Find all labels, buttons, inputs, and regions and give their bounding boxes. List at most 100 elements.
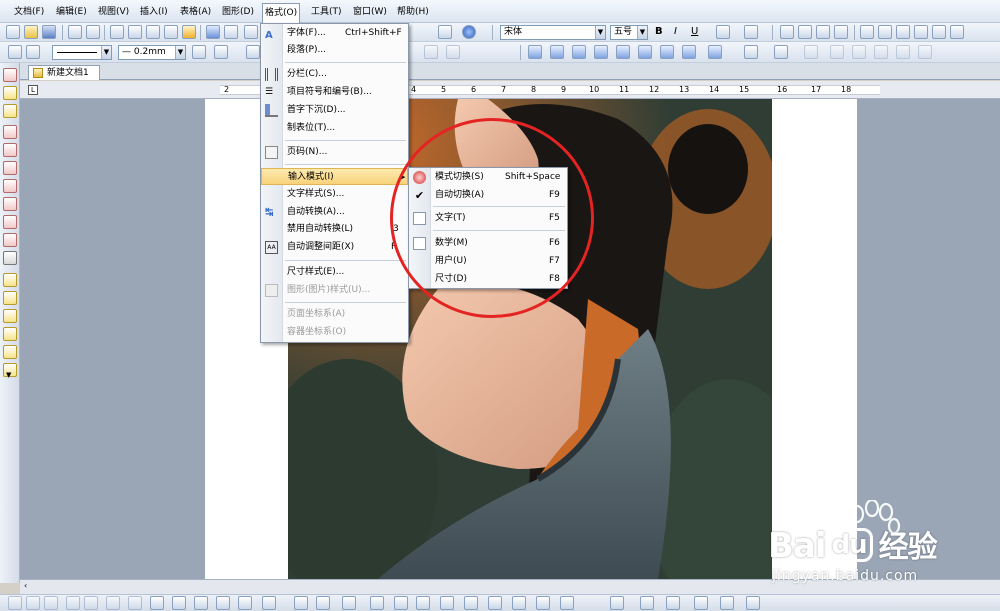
paste-icon[interactable] bbox=[146, 25, 160, 39]
bottom-tool-20-icon[interactable] bbox=[440, 596, 454, 610]
pen-tool-4-icon[interactable] bbox=[3, 327, 17, 341]
bottom-tool-24-icon[interactable] bbox=[536, 596, 550, 610]
crop-icon[interactable] bbox=[918, 45, 932, 59]
find-icon[interactable] bbox=[244, 25, 258, 39]
pen-tool-1-icon[interactable] bbox=[3, 273, 17, 287]
decrease-indent-icon[interactable] bbox=[896, 25, 910, 39]
bottom-tool-7-icon[interactable] bbox=[128, 596, 142, 610]
send-back-icon[interactable] bbox=[852, 45, 866, 59]
bold-button[interactable]: B bbox=[655, 26, 663, 37]
scroll-down-icon[interactable]: ▼ bbox=[6, 371, 11, 379]
align-object-left-icon[interactable] bbox=[528, 45, 542, 59]
bottom-tool-14-icon[interactable] bbox=[294, 596, 308, 610]
bottom-tool-2-icon[interactable] bbox=[26, 596, 40, 610]
save-icon[interactable] bbox=[42, 25, 56, 39]
menu-view[interactable]: 视图(V) bbox=[98, 4, 129, 20]
bottom-tool-23-icon[interactable] bbox=[512, 596, 526, 610]
menu-item-tabstops[interactable]: 制表位(T)... bbox=[261, 120, 408, 137]
menu-tools[interactable]: 工具(T) bbox=[311, 4, 342, 20]
more-options-icon[interactable] bbox=[950, 25, 964, 39]
pen-color-icon[interactable] bbox=[192, 45, 206, 59]
tab-new-document[interactable]: 新建文档1 bbox=[28, 65, 100, 80]
flip-icon[interactable] bbox=[874, 45, 888, 59]
redo-icon[interactable] bbox=[224, 25, 238, 39]
numbered-list-icon[interactable] bbox=[878, 25, 892, 39]
bottom-tool-3-icon[interactable] bbox=[44, 596, 58, 610]
align-object-bottom-icon[interactable] bbox=[638, 45, 652, 59]
align-object-center-icon[interactable] bbox=[550, 45, 564, 59]
align-object-right-icon[interactable] bbox=[572, 45, 586, 59]
bottom-tool-31-icon[interactable] bbox=[746, 596, 760, 610]
bottom-tool-12-icon[interactable] bbox=[238, 596, 252, 610]
bottom-tool-16-icon[interactable] bbox=[342, 596, 356, 610]
bottom-tool-1-icon[interactable] bbox=[8, 596, 22, 610]
menu-document[interactable]: 文档(F) bbox=[14, 4, 44, 20]
order-icon[interactable] bbox=[804, 45, 818, 59]
new-file-icon[interactable] bbox=[6, 25, 20, 39]
undo-icon[interactable] bbox=[206, 25, 220, 39]
print-preview-icon[interactable] bbox=[86, 25, 100, 39]
bottom-tool-4-icon[interactable] bbox=[66, 596, 80, 610]
tool-6-icon[interactable] bbox=[3, 215, 17, 229]
tab-stop-icon[interactable]: L bbox=[28, 85, 38, 95]
menu-item-auto-spacing[interactable]: AA 自动调整间距(X) F bbox=[261, 239, 408, 256]
bottom-tool-19-icon[interactable] bbox=[416, 596, 430, 610]
tool-5-icon[interactable] bbox=[3, 197, 17, 211]
bottom-tool-22-icon[interactable] bbox=[488, 596, 502, 610]
superscript-icon[interactable] bbox=[716, 25, 730, 39]
menu-graphics[interactable]: 图形(D) bbox=[222, 4, 254, 20]
tool-2-icon[interactable] bbox=[3, 143, 17, 157]
line-spacing-icon[interactable] bbox=[932, 25, 946, 39]
increase-indent-icon[interactable] bbox=[914, 25, 928, 39]
menu-item-columns[interactable]: 分栏(C)... bbox=[261, 66, 408, 83]
bottom-tool-25-icon[interactable] bbox=[560, 596, 574, 610]
bring-front-icon[interactable] bbox=[830, 45, 844, 59]
table-icon[interactable] bbox=[424, 45, 438, 59]
menu-insert[interactable]: 插入(I) bbox=[140, 4, 168, 20]
font-size-select[interactable]: 五号 ▼ bbox=[610, 25, 648, 40]
bottom-tool-15-icon[interactable] bbox=[316, 596, 330, 610]
line-style-select[interactable]: ▼ bbox=[52, 45, 112, 60]
pen-tool-5-icon[interactable] bbox=[3, 345, 17, 359]
delete-icon[interactable] bbox=[164, 25, 178, 39]
group-icon[interactable] bbox=[708, 45, 722, 59]
tool-3-icon[interactable] bbox=[3, 161, 17, 175]
bottom-tool-26-icon[interactable] bbox=[610, 596, 624, 610]
menu-item-input-mode[interactable]: 输入模式(I) ▶ bbox=[261, 168, 408, 185]
tool-7-icon[interactable] bbox=[3, 233, 17, 247]
bottom-tool-10-icon[interactable] bbox=[194, 596, 208, 610]
print-icon[interactable] bbox=[68, 25, 82, 39]
fill-icon[interactable] bbox=[214, 45, 228, 59]
bottom-tool-21-icon[interactable] bbox=[464, 596, 478, 610]
menu-item-font[interactable]: A 字体(F)... Ctrl+Shift+F bbox=[261, 25, 408, 42]
bottom-tool-30-icon[interactable] bbox=[720, 596, 734, 610]
bottom-tool-28-icon[interactable] bbox=[666, 596, 680, 610]
menu-item-page-number[interactable]: 页码(N)... bbox=[261, 144, 408, 161]
distribute-h-icon[interactable] bbox=[660, 45, 674, 59]
menu-window[interactable]: 窗口(W) bbox=[353, 4, 387, 20]
align-object-top-icon[interactable] bbox=[594, 45, 608, 59]
bottom-tool-29-icon[interactable] bbox=[694, 596, 708, 610]
menu-item-paragraph[interactable]: 段落(P)... bbox=[261, 42, 408, 59]
image-icon[interactable] bbox=[744, 45, 758, 59]
menu-item-disable-auto-convert[interactable]: 禁用自动转换(L) 3 bbox=[261, 221, 408, 238]
menu-item-dropcap[interactable]: 首字下沉(D)... bbox=[261, 102, 408, 119]
bottom-tool-5-icon[interactable] bbox=[84, 596, 98, 610]
rotate-icon[interactable] bbox=[774, 45, 788, 59]
pen-tool-2-icon[interactable] bbox=[3, 291, 17, 305]
zoom-icon[interactable] bbox=[172, 596, 186, 610]
help-icon[interactable] bbox=[462, 25, 476, 39]
underline-button[interactable]: U bbox=[691, 26, 698, 37]
menu-item-text-style[interactable]: 文字样式(S)... bbox=[261, 186, 408, 203]
magnet-icon[interactable] bbox=[3, 68, 17, 82]
menu-item-auto-convert[interactable]: ↹ 自动转换(A)... bbox=[261, 204, 408, 221]
snap-icon[interactable] bbox=[3, 104, 17, 118]
italic-button[interactable]: I bbox=[674, 26, 677, 37]
open-folder-icon[interactable] bbox=[24, 25, 38, 39]
align-left-icon[interactable] bbox=[780, 25, 794, 39]
menu-item-bullets[interactable]: ☰ 项目符号和编号(B)... bbox=[261, 84, 408, 101]
menu-format[interactable]: 格式(O) bbox=[262, 3, 301, 23]
tool-4-icon[interactable] bbox=[3, 179, 17, 193]
bottom-tool-6-icon[interactable] bbox=[106, 596, 120, 610]
table-grid-icon[interactable] bbox=[446, 45, 460, 59]
